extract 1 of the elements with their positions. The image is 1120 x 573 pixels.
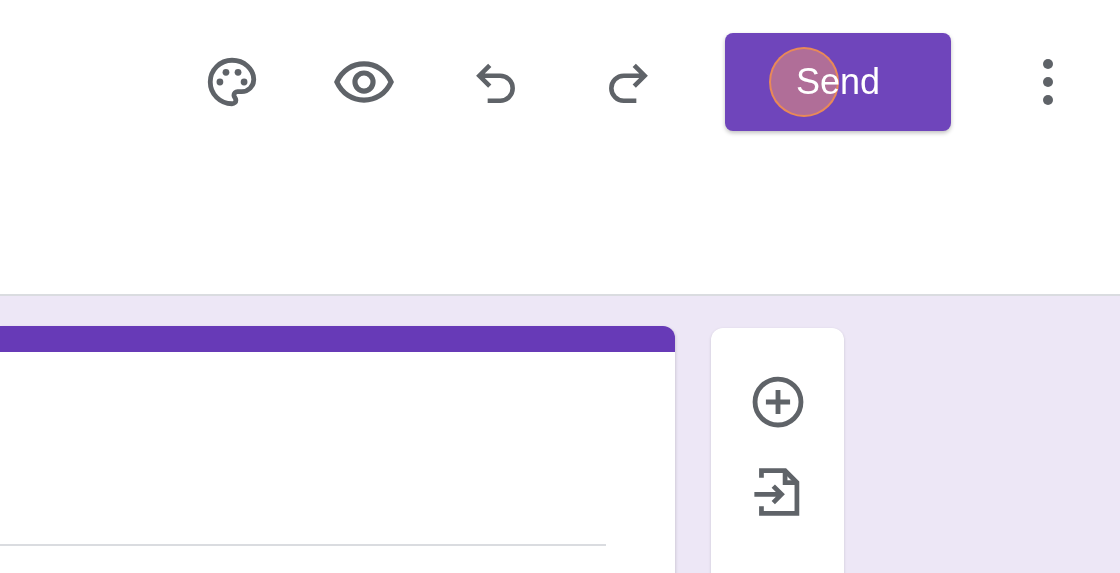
send-button[interactable]: Send (725, 33, 951, 131)
